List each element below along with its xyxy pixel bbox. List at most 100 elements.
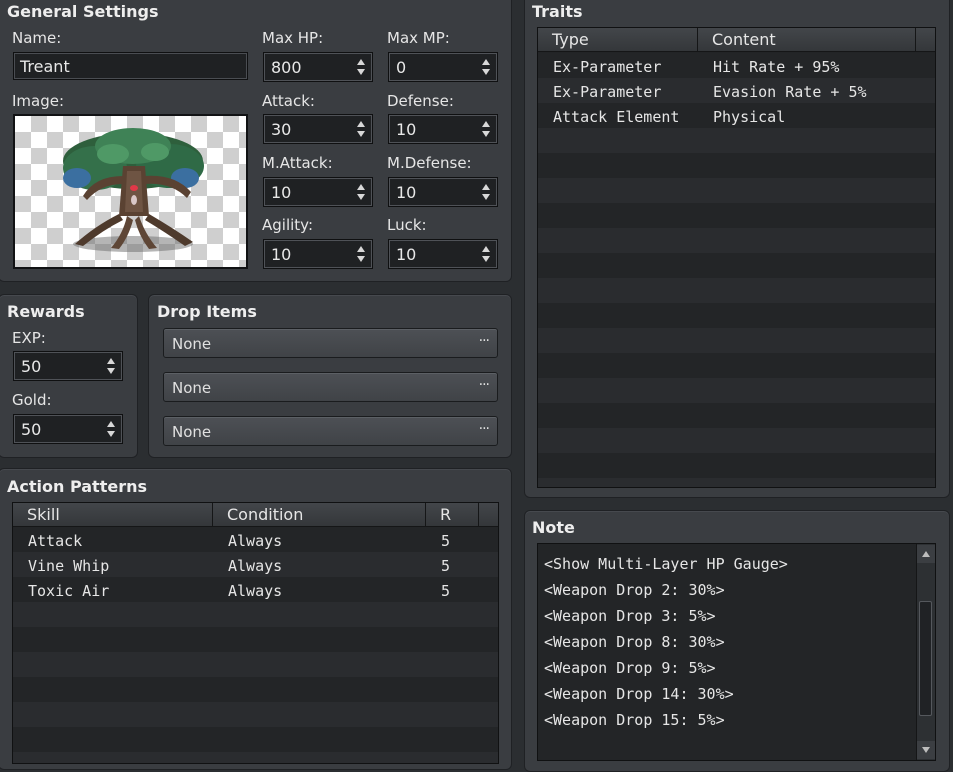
gold-label: Gold: xyxy=(12,391,52,409)
spinner-arrows-icon[interactable] xyxy=(106,355,116,377)
drop-item-1-button[interactable]: None ··· xyxy=(163,328,498,358)
max-hp-value: 800 xyxy=(271,58,302,77)
table-row[interactable]: Vine Whip Always 5 xyxy=(13,554,498,579)
more-icon: ··· xyxy=(478,421,490,437)
column-header-type[interactable]: Type xyxy=(538,28,698,52)
luck-label: Luck: xyxy=(387,216,427,234)
note-line: <Weapon Drop 3: 5%> xyxy=(544,607,716,625)
image-box[interactable] xyxy=(13,114,248,269)
agility-spinner[interactable]: 10 xyxy=(263,239,373,269)
more-icon: ··· xyxy=(478,377,490,393)
name-label: Name: xyxy=(12,29,62,47)
defense-spinner[interactable]: 10 xyxy=(388,114,498,144)
column-header-filler xyxy=(916,28,935,52)
more-icon: ··· xyxy=(478,333,490,349)
rewards-title: Rewards xyxy=(7,302,85,321)
m-attack-label: M.Attack: xyxy=(262,154,333,172)
luck-spinner[interactable]: 10 xyxy=(388,239,498,269)
action-patterns-list[interactable]: Skill Condition R Attack Always 5 Vine W… xyxy=(12,502,499,764)
scroll-down-icon[interactable] xyxy=(917,741,935,759)
r-cell: 5 xyxy=(441,582,451,600)
column-header-filler xyxy=(479,503,498,527)
type-cell: Ex-Parameter xyxy=(553,58,662,76)
drop-item-label: None xyxy=(172,379,212,397)
scroll-thumb[interactable] xyxy=(919,601,932,716)
m-attack-value: 10 xyxy=(271,183,292,202)
table-row[interactable]: Attack Element Physical xyxy=(538,105,935,130)
note-line: <Weapon Drop 15: 5%> xyxy=(544,711,725,729)
name-value: Treant xyxy=(20,57,70,76)
type-cell: Attack Element xyxy=(553,108,680,126)
max-mp-label: Max MP: xyxy=(387,29,450,47)
drop-items-title: Drop Items xyxy=(157,302,257,321)
max-hp-label: Max HP: xyxy=(262,29,324,47)
traits-title: Traits xyxy=(532,2,583,21)
spinner-arrows-icon[interactable] xyxy=(356,243,366,265)
note-scrollbar[interactable] xyxy=(916,544,935,760)
drop-item-3-button[interactable]: None ··· xyxy=(163,416,498,446)
max-mp-spinner[interactable]: 0 xyxy=(388,52,498,82)
table-row[interactable]: Ex-Parameter Evasion Rate + 5% xyxy=(538,80,935,105)
drop-item-label: None xyxy=(172,335,212,353)
treant-battler-icon xyxy=(63,128,204,252)
agility-value: 10 xyxy=(271,245,292,264)
general-settings-title: General Settings xyxy=(7,2,159,21)
note-line: <Show Multi-Layer HP Gauge> xyxy=(544,555,788,573)
image-label: Image: xyxy=(12,92,65,110)
drop-item-label: None xyxy=(172,423,212,441)
spinner-arrows-icon[interactable] xyxy=(106,418,116,440)
defense-label: Defense: xyxy=(387,92,454,110)
type-cell: Ex-Parameter xyxy=(553,83,662,101)
spinner-arrows-icon[interactable] xyxy=(356,56,366,78)
spinner-arrows-icon[interactable] xyxy=(481,181,491,203)
name-field[interactable]: Treant xyxy=(13,52,248,80)
skill-cell: Attack xyxy=(28,532,83,550)
exp-value: 50 xyxy=(21,357,42,376)
r-cell: 5 xyxy=(441,532,451,550)
gold-spinner[interactable]: 50 xyxy=(13,414,123,444)
note-line: <Weapon Drop 8: 30%> xyxy=(544,633,725,651)
note-title: Note xyxy=(532,518,575,537)
action-patterns-title: Action Patterns xyxy=(7,477,147,496)
condition-cell: Always xyxy=(228,557,283,575)
attack-label: Attack: xyxy=(262,92,315,110)
column-header-skill[interactable]: Skill xyxy=(13,503,213,527)
content-cell: Hit Rate + 95% xyxy=(713,58,840,76)
r-cell: 5 xyxy=(441,557,451,575)
gold-value: 50 xyxy=(21,420,42,439)
note-line: <Weapon Drop 2: 30%> xyxy=(544,581,725,599)
traits-list[interactable]: Type Content Ex-Parameter Hit Rate + 95%… xyxy=(537,27,936,488)
spinner-arrows-icon[interactable] xyxy=(481,118,491,140)
note-line: <Weapon Drop 9: 5%> xyxy=(544,659,716,677)
m-defense-label: M.Defense: xyxy=(387,154,472,172)
m-defense-spinner[interactable]: 10 xyxy=(388,177,498,207)
spinner-arrows-icon[interactable] xyxy=(356,181,366,203)
spinner-arrows-icon[interactable] xyxy=(481,243,491,265)
spinner-arrows-icon[interactable] xyxy=(356,118,366,140)
condition-cell: Always xyxy=(228,532,283,550)
skill-cell: Toxic Air xyxy=(28,582,110,600)
table-row[interactable]: Toxic Air Always 5 xyxy=(13,579,498,604)
exp-label: EXP: xyxy=(12,329,46,347)
table-row[interactable]: Ex-Parameter Hit Rate + 95% xyxy=(538,55,935,80)
attack-spinner[interactable]: 30 xyxy=(263,114,373,144)
note-textarea[interactable]: <Show Multi-Layer HP Gauge> <Weapon Drop… xyxy=(537,543,936,761)
m-attack-spinner[interactable]: 10 xyxy=(263,177,373,207)
max-mp-value: 0 xyxy=(396,58,407,77)
max-hp-spinner[interactable]: 800 xyxy=(263,52,373,82)
exp-spinner[interactable]: 50 xyxy=(13,351,123,381)
drop-item-2-button[interactable]: None ··· xyxy=(163,372,498,402)
m-defense-value: 10 xyxy=(396,183,417,202)
table-row[interactable]: Attack Always 5 xyxy=(13,529,498,554)
column-header-condition[interactable]: Condition xyxy=(213,503,426,527)
column-header-content[interactable]: Content xyxy=(698,28,916,52)
attack-value: 30 xyxy=(271,120,292,139)
defense-value: 10 xyxy=(396,120,417,139)
condition-cell: Always xyxy=(228,582,283,600)
agility-label: Agility: xyxy=(262,216,314,234)
spinner-arrows-icon[interactable] xyxy=(481,56,491,78)
column-header-r[interactable]: R xyxy=(426,503,479,527)
skill-cell: Vine Whip xyxy=(28,557,110,575)
scroll-up-icon[interactable] xyxy=(917,545,935,563)
content-cell: Physical xyxy=(713,108,786,126)
